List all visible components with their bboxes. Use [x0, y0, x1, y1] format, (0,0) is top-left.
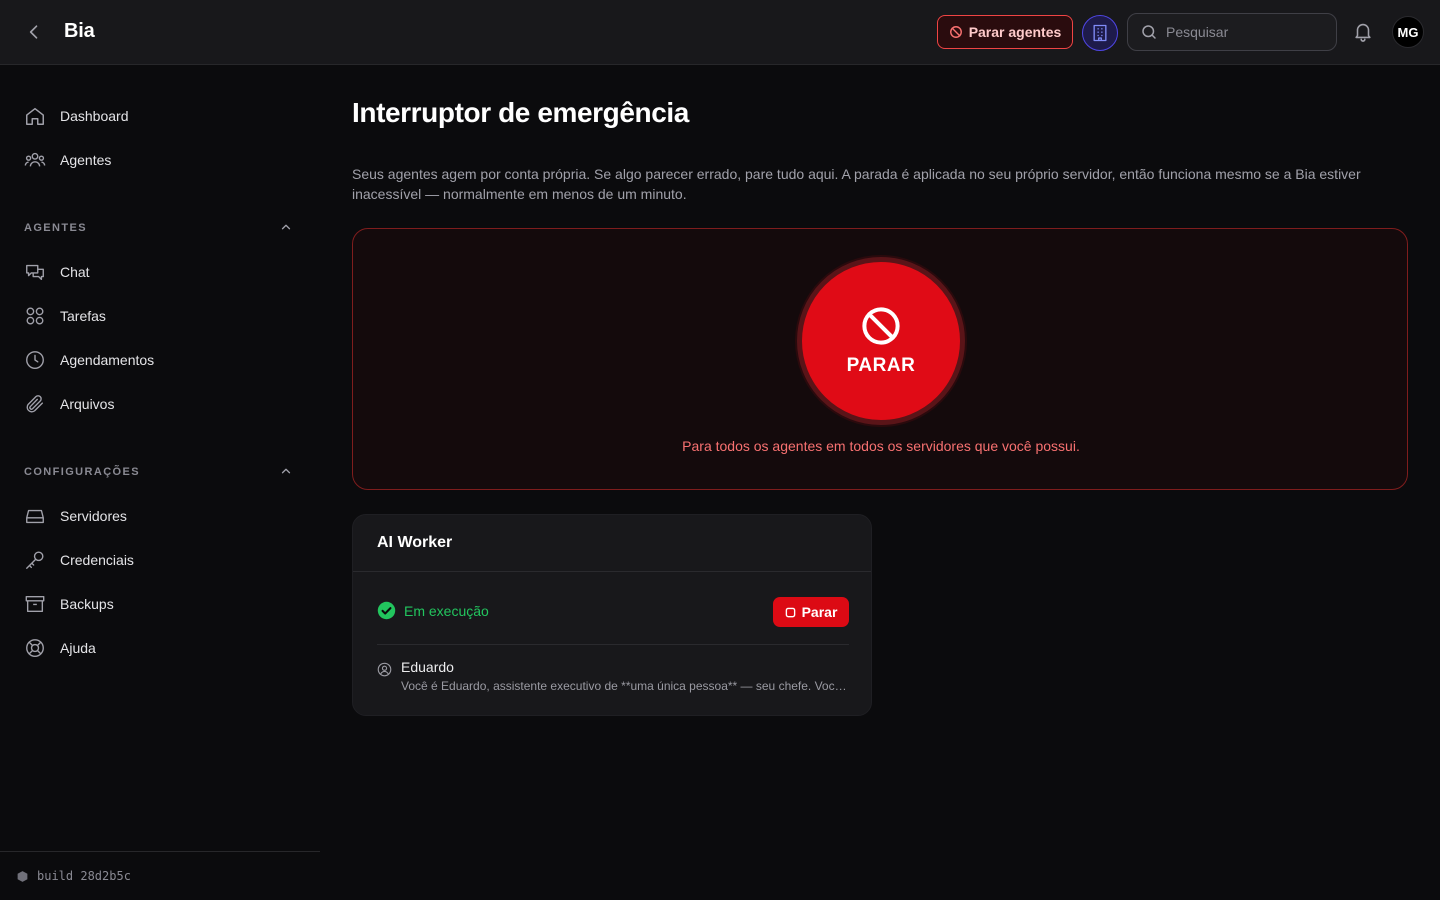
sidebar-item-label: Tarefas	[60, 308, 106, 324]
server-icon	[24, 505, 46, 527]
sidebar-item-label: Credenciais	[60, 552, 134, 568]
app-title: Bia	[64, 20, 95, 42]
emergency-caption: Para todos os agentes em todos os servid…	[682, 438, 1080, 454]
sidebar-item-label: Dashboard	[60, 108, 129, 124]
worker-title: AI Worker	[377, 534, 453, 551]
key-icon	[24, 549, 46, 571]
chevron-left-icon	[29, 25, 38, 39]
sidebar-item-label: Servidores	[60, 508, 127, 524]
agent-description: Você é Eduardo, assistente executivo de …	[401, 679, 849, 693]
stop-agents-button[interactable]: Parar agentes	[937, 15, 1073, 49]
search-input[interactable]	[1166, 24, 1316, 40]
build-label: build 28d2b5c	[37, 869, 131, 883]
building-icon	[1093, 24, 1107, 42]
clock-icon	[24, 349, 46, 371]
sidebar-item-agendamentos[interactable]: Agendamentos	[16, 340, 304, 380]
sidebar-item-label: Arquivos	[60, 396, 115, 412]
archive-icon	[24, 593, 46, 615]
home-icon	[24, 105, 46, 127]
sidebar-item-chat[interactable]: Chat	[16, 252, 304, 292]
bell-icon	[1355, 23, 1371, 42]
sidebar-item-label: Backups	[60, 596, 114, 612]
sidebar-item-label: Agentes	[60, 152, 112, 168]
sidebar-item-dashboard[interactable]: Dashboard	[16, 96, 304, 136]
sidebar-item-credenciais[interactable]: Credenciais	[16, 540, 304, 580]
search-box[interactable]	[1127, 13, 1337, 51]
emergency-stop-button[interactable]: PARAR	[797, 257, 965, 425]
worker-card: AI Worker Em execução Parar Eduardo Você…	[352, 514, 872, 716]
stop-square-icon	[785, 607, 795, 617]
section-toggle-configuracoes[interactable]	[276, 461, 296, 481]
section-toggle-agentes[interactable]	[276, 217, 296, 237]
page-title: Interruptor de emergência	[352, 97, 689, 128]
worker-stop-label: Parar	[801, 604, 838, 620]
paperclip-icon	[24, 393, 46, 415]
search-icon	[1142, 25, 1156, 39]
sidebar-item-arquivos[interactable]: Arquivos	[16, 384, 304, 424]
notifications-button[interactable]	[1352, 20, 1376, 44]
section-label-agentes: AGENTES	[24, 222, 87, 234]
ban-icon	[862, 307, 900, 345]
stop-agents-label: Parar agentes	[968, 24, 1062, 40]
sidebar-item-backups[interactable]: Backups	[16, 584, 304, 624]
cube-icon	[17, 870, 28, 882]
divider	[377, 644, 849, 645]
page-description: Seus agentes agem por conta própria. Se …	[352, 166, 1361, 202]
top-bar: Bia Parar agentes MG	[0, 0, 1440, 65]
sidebar-item-label: Chat	[60, 264, 90, 280]
worker-status-text: Em execução	[404, 602, 489, 619]
check-circle-icon	[377, 601, 396, 620]
worker-stop-button[interactable]: Parar	[773, 597, 849, 627]
sidebar-item-tarefas[interactable]: Tarefas	[16, 296, 304, 336]
sidebar-item-servidores[interactable]: Servidores	[16, 496, 304, 536]
worker-status: Em execução	[377, 601, 489, 620]
sidebar-item-label: Ajuda	[60, 640, 96, 656]
build-info: build 28d2b5c	[0, 851, 320, 900]
lifebuoy-icon	[24, 637, 46, 659]
chevron-up-icon	[281, 468, 291, 474]
sidebar: Dashboard Agentes AGENTES Chat Tarefas A…	[0, 65, 320, 900]
sidebar-item-label: Agendamentos	[60, 352, 155, 368]
grid-icon	[24, 305, 46, 327]
divider	[353, 571, 871, 572]
users-icon	[24, 149, 46, 171]
organization-button[interactable]	[1082, 15, 1118, 51]
user-avatar[interactable]: MG	[1392, 16, 1424, 48]
sidebar-item-ajuda[interactable]: Ajuda	[16, 628, 304, 668]
emergency-panel: PARAR Para todos os agentes em todos os …	[352, 228, 1408, 490]
chevron-up-icon	[281, 224, 291, 230]
emergency-stop-label: PARAR	[846, 355, 916, 376]
back-button[interactable]	[22, 20, 46, 44]
ban-icon	[949, 26, 962, 38]
agent-row[interactable]: Eduardo Você é Eduardo, assistente execu…	[377, 659, 849, 699]
chat-icon	[24, 261, 46, 283]
user-circle-icon	[377, 662, 392, 677]
agent-name: Eduardo	[401, 659, 454, 675]
sidebar-item-agentes[interactable]: Agentes	[16, 140, 304, 180]
section-label-configuracoes: CONFIGURAÇÕES	[24, 466, 140, 478]
